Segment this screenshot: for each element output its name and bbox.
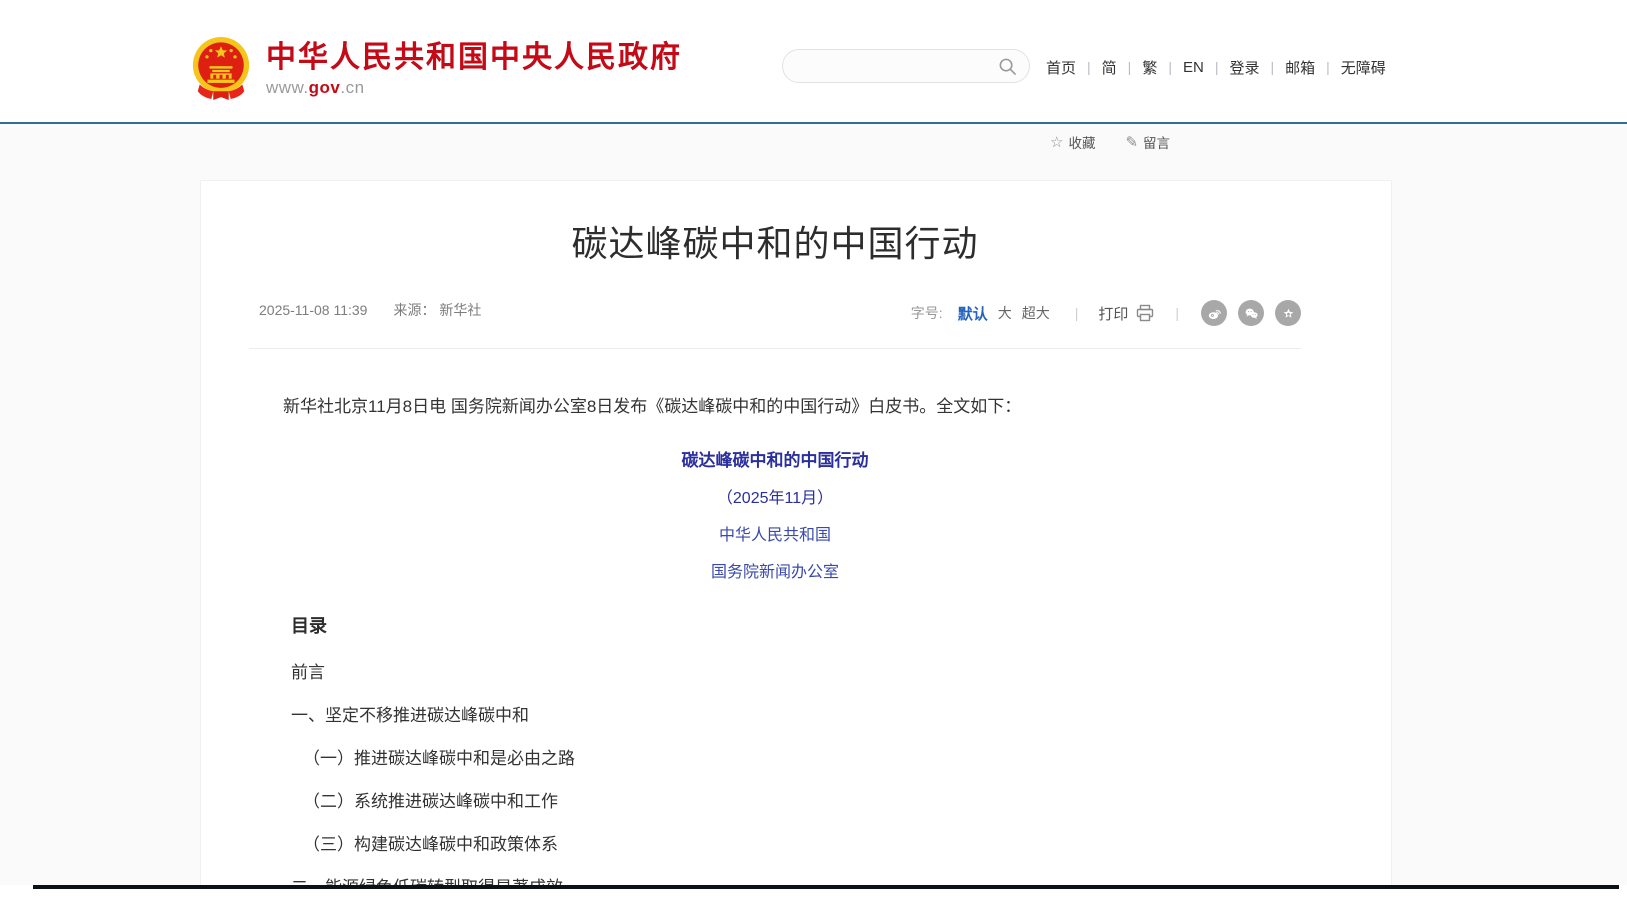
article-card: 碳达峰碳中和的中国行动 2025-11-08 11:39 来源： 新华社 字号:… — [200, 180, 1392, 885]
star-outline-icon: ☆ — [1050, 133, 1063, 151]
quick-actions: ☆ 收藏 ✎ 留言 — [1050, 132, 1170, 152]
font-size-xlarge[interactable]: 超大 — [1022, 303, 1050, 323]
site-url-prefix: www. — [266, 78, 309, 97]
doc-title: 碳达峰碳中和的中国行动 — [249, 446, 1301, 471]
font-size-default[interactable]: 默认 — [958, 303, 988, 324]
nav-login[interactable]: 登录 — [1229, 57, 1259, 78]
nav-separator: | — [1326, 59, 1330, 75]
meta-separator: | — [1075, 305, 1079, 321]
nav-traditional[interactable]: 繁 — [1142, 57, 1157, 78]
toc-item-preface: 前言 — [291, 664, 1301, 681]
nav-accessibility[interactable]: 无障碍 — [1341, 57, 1386, 78]
toc-item-1-3: （三）构建碳达峰碳中和政策体系 — [303, 836, 1301, 853]
nav-separator: | — [1087, 59, 1091, 75]
nav-separator: | — [1215, 59, 1219, 75]
nav-simplified[interactable]: 简 — [1102, 57, 1117, 78]
font-size-large[interactable]: 大 — [998, 303, 1012, 323]
publish-date: 2025-11-08 11:39 — [259, 302, 367, 318]
nav-home[interactable]: 首页 — [1046, 57, 1076, 78]
site-title: 中华人民共和国中央人民政府 — [266, 41, 682, 75]
window-bottom-edge — [33, 885, 1619, 889]
font-size-label: 字号: — [911, 303, 943, 323]
doc-issuer-line2: 国务院新闻办公室 — [249, 558, 1301, 582]
lead-paragraph: 新华社北京11月8日电 国务院新闻办公室8日发布《碳达峰碳中和的中国行动》白皮书… — [249, 393, 1301, 420]
page-background: ☆ 收藏 ✎ 留言 碳达峰碳中和的中国行动 2025-11-08 11:39 来… — [0, 124, 1627, 885]
nav-mail[interactable]: 邮箱 — [1285, 57, 1315, 78]
nav-separator: | — [1128, 59, 1132, 75]
comment-label: 留言 — [1143, 132, 1170, 152]
meta-separator: | — [1175, 305, 1179, 321]
nav-separator: | — [1168, 59, 1172, 75]
favorite-label: 收藏 — [1068, 132, 1095, 152]
site-url-gov: gov — [309, 78, 341, 97]
wechat-share-icon[interactable] — [1238, 300, 1264, 326]
article-title: 碳达峰碳中和的中国行动 — [249, 223, 1301, 264]
doc-date: （2025年11月） — [249, 484, 1301, 508]
site-brand[interactable]: 中华人民共和国中央人民政府 www.gov.cn — [190, 36, 682, 102]
article-meta-bar: 2025-11-08 11:39 来源： 新华社 字号: 默认 大 超大 | 打… — [249, 300, 1301, 349]
nav-separator: | — [1270, 59, 1274, 75]
toc-heading: 目录 — [291, 612, 1301, 638]
weibo-share-icon[interactable] — [1201, 300, 1227, 326]
source-label: 来源： — [393, 302, 435, 318]
share-icons — [1201, 300, 1301, 326]
search-icon[interactable] — [998, 57, 1017, 76]
doc-issuer-line1: 中华人民共和国 — [249, 521, 1301, 545]
pencil-icon: ✎ — [1125, 133, 1138, 151]
search-box[interactable] — [782, 49, 1030, 83]
nav-english[interactable]: EN — [1183, 59, 1204, 76]
site-url-suffix: .cn — [340, 78, 364, 97]
more-share-star-icon[interactable] — [1275, 300, 1301, 326]
source-value[interactable]: 新华社 — [439, 302, 481, 318]
toc-item-section1: 一、坚定不移推进碳达峰碳中和 — [291, 707, 1301, 724]
national-emblem-icon — [190, 36, 252, 102]
printer-icon — [1135, 303, 1155, 323]
source: 来源： 新华社 — [393, 300, 481, 320]
print-button[interactable]: 打印 — [1098, 303, 1155, 324]
toc-item-1-1: （一）推进碳达峰碳中和是必由之路 — [303, 750, 1301, 767]
site-url: www.gov.cn — [266, 78, 682, 98]
top-nav: 首页 | 简 | 繁 | EN | 登录 | 邮箱 | 无障碍 — [1046, 56, 1386, 78]
print-label: 打印 — [1098, 303, 1128, 324]
search-input[interactable] — [799, 58, 998, 74]
comment-button[interactable]: ✎ 留言 — [1125, 132, 1170, 152]
toc-item-1-2: （二）系统推进碳达峰碳中和工作 — [303, 793, 1301, 810]
favorite-button[interactable]: ☆ 收藏 — [1050, 132, 1095, 152]
site-header: 中华人民共和国中央人民政府 www.gov.cn 首页 | 简 | 繁 | EN… — [0, 0, 1627, 122]
